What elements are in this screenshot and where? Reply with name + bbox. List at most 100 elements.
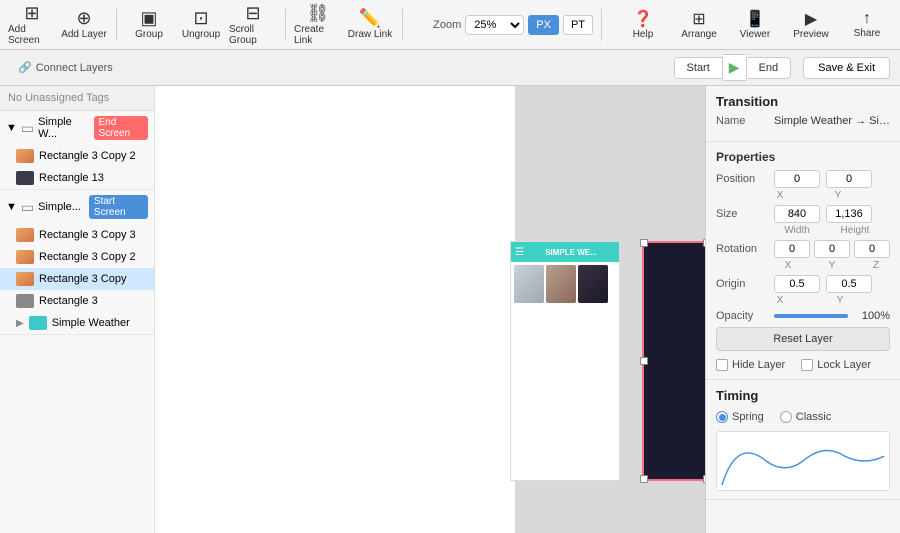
lock-layer-checkbox[interactable] [801, 359, 813, 371]
ungroup-button[interactable]: ⊡ Ungroup [177, 4, 225, 46]
timing-radio-row: Spring Classic [716, 411, 890, 423]
y-axis-label: Y [832, 190, 844, 201]
height-label: Height [832, 225, 878, 236]
origin-y-input[interactable] [826, 275, 872, 293]
separator-1 [116, 9, 117, 41]
arrange-button[interactable]: ⊞ Arrange [674, 9, 724, 40]
draw-link-button[interactable]: ✏️ Draw Link [346, 4, 394, 46]
position-x-input[interactable] [774, 170, 820, 188]
name-label: Name [716, 115, 768, 127]
layer-item-rect3copy3[interactable]: Rectangle 3 Copy 3 [0, 224, 154, 246]
layer-item-rect3copy2-g0[interactable]: Rectangle 3 Copy 2 [0, 145, 154, 167]
group-name: Simple... [38, 201, 81, 213]
handle-top-mid[interactable] [703, 239, 705, 247]
add-screen-button[interactable]: ⊞ Add Screen [8, 4, 56, 46]
layer-name: Rectangle 3 Copy [39, 273, 126, 285]
preview-button[interactable]: ▶ Preview [786, 9, 836, 40]
group-button[interactable]: ▣ Group [125, 4, 173, 46]
size-width-input[interactable] [774, 205, 820, 223]
group-screen-icon: ▭ [21, 199, 34, 216]
hide-layer-checkbox[interactable] [716, 359, 728, 371]
hide-layer-label: Hide Layer [732, 359, 785, 371]
mini-photos-row [511, 262, 619, 306]
layer-thumb [16, 228, 34, 242]
classic-radio-label[interactable]: Classic [780, 411, 831, 423]
layer-name: Rectangle 13 [39, 172, 104, 184]
zoom-select[interactable]: 25%50%100% [465, 15, 524, 35]
layer-group-header-simple[interactable]: ▼ ▭ Simple... Start Screen [0, 190, 154, 224]
origin-x-input[interactable] [774, 275, 820, 293]
start-screen-badge: Start Screen [89, 195, 148, 219]
hide-layer-checkbox-label[interactable]: Hide Layer [716, 359, 785, 371]
selected-layer-frame[interactable] [642, 241, 705, 481]
layer-name: Rectangle 3 Copy 2 [39, 251, 136, 263]
add-layer-button[interactable]: ⊕ Add Layer [60, 4, 108, 46]
size-label: Size [716, 208, 768, 220]
end-button[interactable]: End [746, 57, 792, 79]
share-button[interactable]: ↑ Share [842, 10, 892, 39]
group-label: Group [135, 29, 163, 40]
main-toolbar: ⊞ Add Screen ⊕ Add Layer ▣ Group ⊡ Ungro… [0, 0, 900, 50]
handle-mid-left[interactable] [640, 357, 648, 365]
scroll-group-button[interactable]: ⊟ Scroll Group [229, 4, 277, 46]
draw-link-label: Draw Link [348, 29, 392, 40]
classic-radio[interactable] [780, 411, 792, 423]
viewer-button[interactable]: 📱 Viewer [730, 9, 780, 40]
separator-2 [285, 9, 286, 41]
layer-item-simple-weather[interactable]: ▶ Simple Weather [0, 312, 154, 334]
help-label: Help [633, 29, 654, 40]
spring-radio-label[interactable]: Spring [716, 411, 764, 423]
help-button[interactable]: ❓ Help [618, 9, 668, 40]
handle-top-left[interactable] [640, 239, 648, 247]
layer-thumb [16, 250, 34, 264]
connect-layers-button[interactable]: 🔗 Connect Layers [10, 57, 121, 78]
help-icon: ❓ [633, 9, 653, 29]
properties-title: Properties [716, 150, 890, 164]
rotation-label: Rotation [716, 243, 768, 255]
hamburger-icon: ☰ [515, 247, 524, 258]
unit-pt-button[interactable]: PT [563, 15, 593, 35]
group-icon: ▣ [140, 9, 157, 27]
position-y-input[interactable] [826, 170, 872, 188]
group-screen-icon: ▭ [21, 120, 34, 137]
opacity-slider[interactable] [774, 314, 848, 318]
layer-name: Rectangle 3 Copy 2 [39, 150, 136, 162]
create-link-button[interactable]: ⛓ Create Link [294, 4, 342, 46]
add-layer-icon: ⊕ [76, 9, 91, 27]
mini-photo-1 [514, 265, 544, 303]
reset-layer-button[interactable]: Reset Layer [716, 327, 890, 351]
position-label: Position [716, 173, 768, 185]
separator-4 [601, 9, 602, 41]
handle-bottom-mid[interactable] [703, 475, 705, 483]
layer-name: Simple Weather [52, 317, 130, 329]
ry-label: Y [818, 260, 846, 271]
save-exit-button[interactable]: Save & Exit [803, 57, 890, 79]
toolbar-right: ❓ Help ⊞ Arrange 📱 Viewer ▶ Preview ↑ Sh… [618, 9, 892, 40]
layer-item-rect3[interactable]: Rectangle 3 [0, 290, 154, 312]
create-link-icon: ⛓ [307, 4, 330, 22]
layer-item-rect3copy[interactable]: Rectangle 3 Copy [0, 268, 154, 290]
draw-link-icon: ✏️ [359, 9, 381, 27]
lock-layer-checkbox-label[interactable]: Lock Layer [801, 359, 871, 371]
start-button[interactable]: Start [674, 57, 723, 79]
spring-radio[interactable] [716, 411, 728, 423]
share-label: Share [854, 28, 881, 39]
unassigned-tags-label: No Unassigned Tags [0, 86, 154, 111]
rotation-x-input[interactable] [774, 240, 810, 258]
main-area: No Unassigned Tags ▼ ▭ Simple W... End S… [0, 86, 900, 533]
canvas-area[interactable]: ☰ SIMPLE WE... ↖ [155, 86, 705, 533]
layer-group-header-simple-w[interactable]: ▼ ▭ Simple W... End Screen [0, 111, 154, 145]
unit-px-button[interactable]: PX [528, 15, 559, 35]
layer-item-rect3copy2[interactable]: Rectangle 3 Copy 2 [0, 246, 154, 268]
timing-graph [716, 431, 890, 491]
rz-label: Z [862, 260, 890, 271]
ungroup-label: Ungroup [182, 29, 220, 40]
rotation-z-input[interactable] [854, 240, 890, 258]
size-height-input[interactable] [826, 205, 872, 223]
oy-label: Y [834, 295, 846, 306]
handle-bottom-left[interactable] [640, 475, 648, 483]
play-button[interactable]: ▶ [723, 54, 746, 81]
rotation-row: Rotation [716, 240, 890, 258]
layer-item-rect13[interactable]: Rectangle 13 [0, 167, 154, 189]
rotation-y-input[interactable] [814, 240, 850, 258]
